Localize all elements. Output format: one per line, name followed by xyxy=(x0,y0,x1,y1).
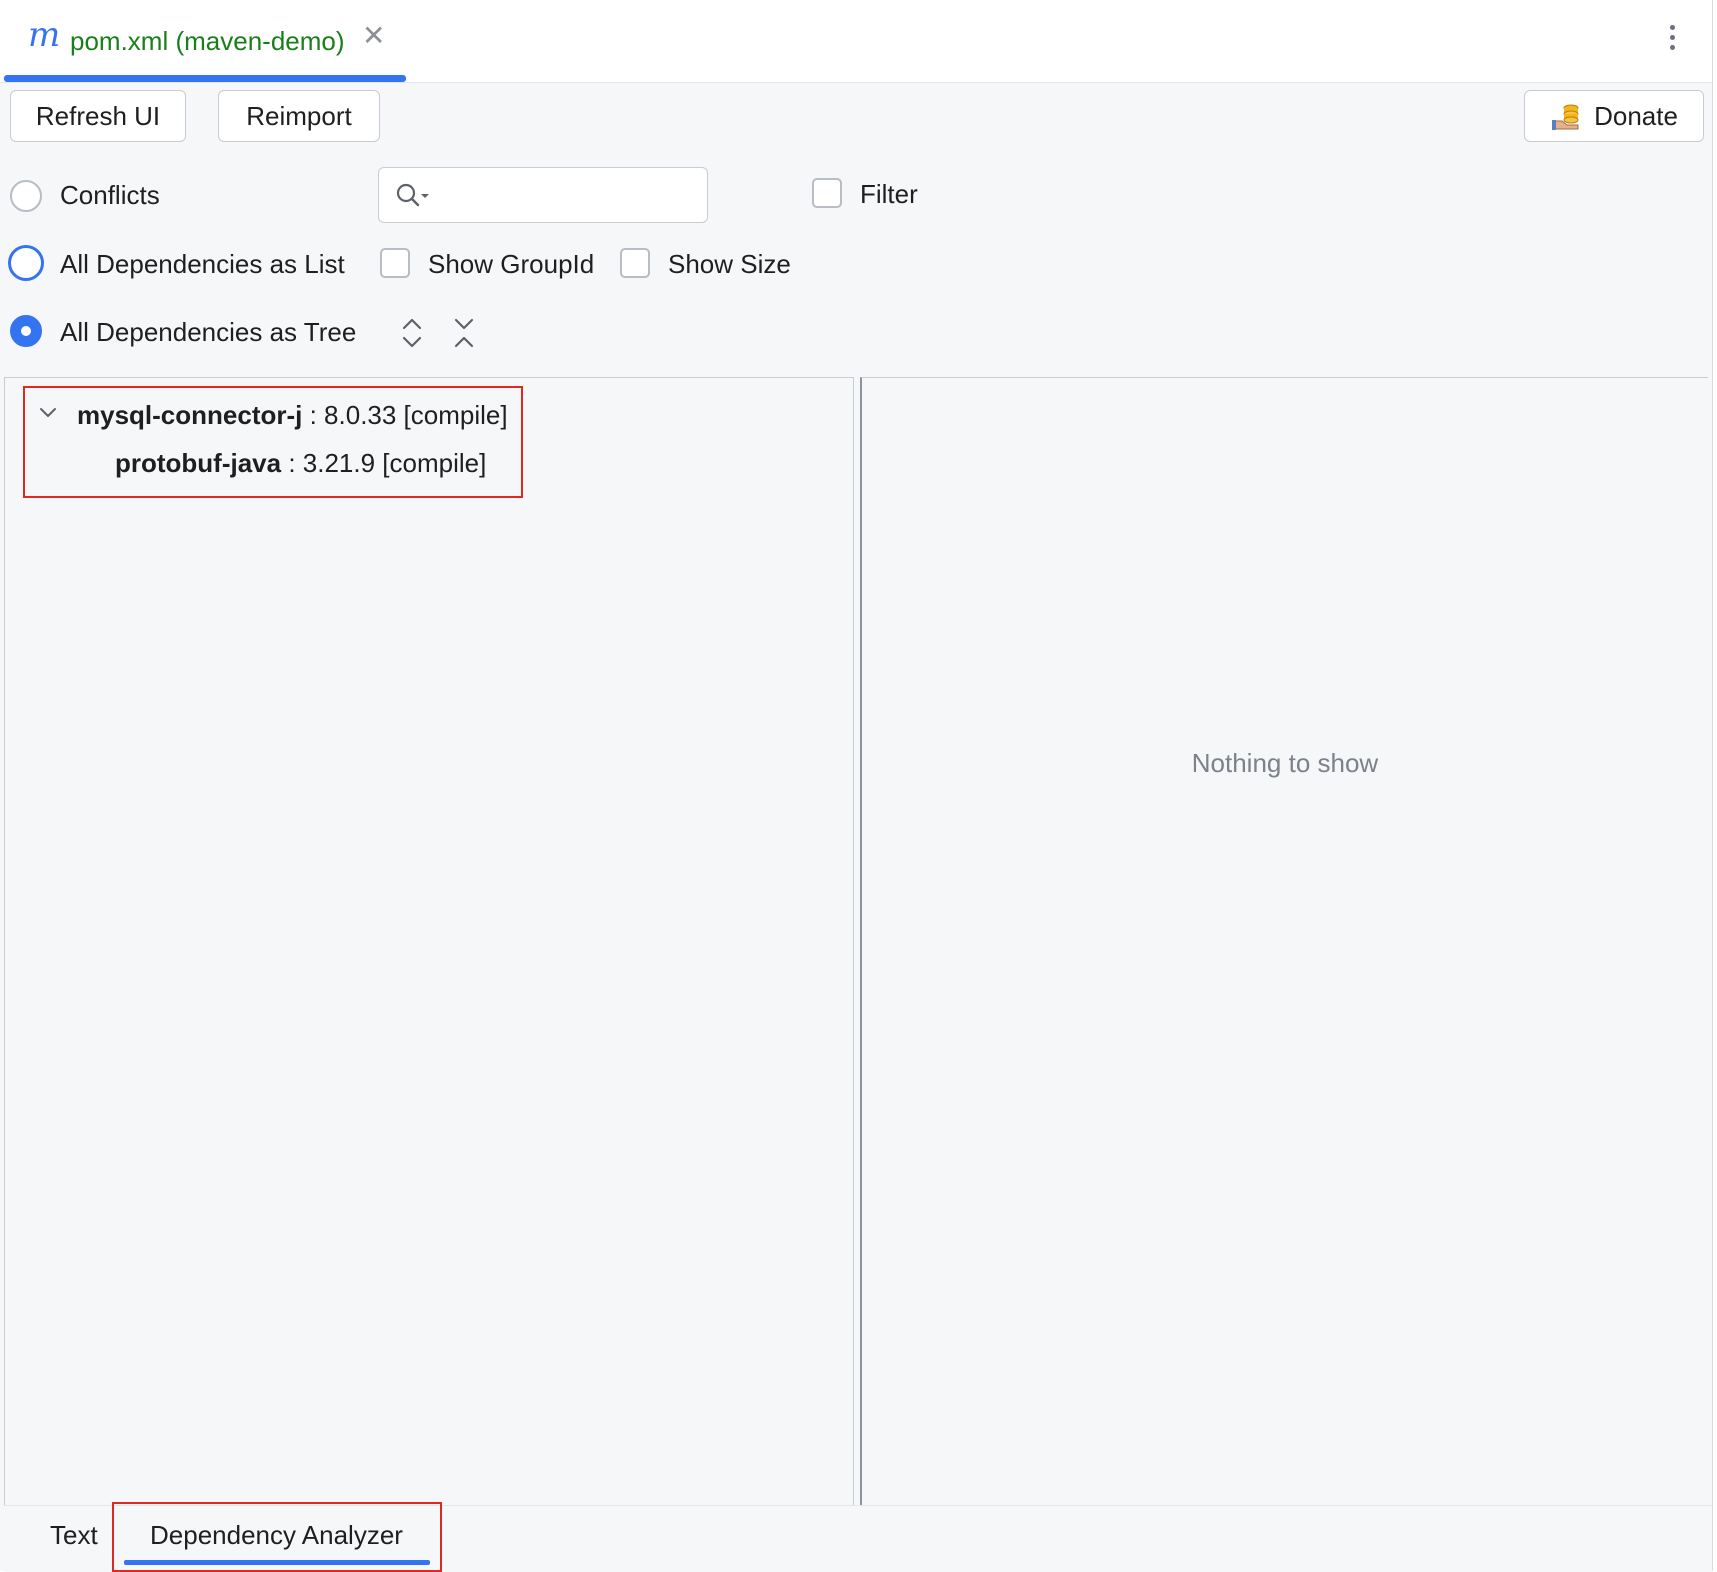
show-groupid-checkbox[interactable] xyxy=(380,248,410,278)
search-input[interactable] xyxy=(378,167,708,223)
reimport-label: Reimport xyxy=(246,100,352,131)
refresh-ui-button[interactable]: Refresh UI xyxy=(10,90,186,142)
expand-all-icon[interactable] xyxy=(398,316,426,350)
coins-icon xyxy=(1552,104,1579,130)
editor-tab-bar: m pom.xml (maven-demo) ✕ xyxy=(0,0,1712,83)
show-size-checkbox[interactable] xyxy=(620,248,650,278)
filter-checkbox[interactable] xyxy=(812,178,842,208)
collapse-all-icon[interactable] xyxy=(450,316,478,350)
conflicts-radio[interactable] xyxy=(10,180,42,212)
tree-node-protobuf[interactable]: protobuf-java : 3.21.9 [compile] xyxy=(115,448,486,479)
maven-m-icon: m xyxy=(28,15,61,55)
dependency-tree-panel: mysql-connector-j : 8.0.33 [compile] pro… xyxy=(4,377,854,1505)
donate-button[interactable]: Donate xyxy=(1524,90,1704,142)
empty-state-text: Nothing to show xyxy=(1191,748,1379,778)
dependency-details-panel: Nothing to show xyxy=(860,377,1708,1505)
bottom-tab-highlight-box xyxy=(112,1502,442,1572)
tree-node-artifact: protobuf-java xyxy=(115,448,282,478)
tab-text[interactable]: Text xyxy=(50,1520,98,1551)
tree-node-detail: : 8.0.33 [compile] xyxy=(302,400,508,430)
editor-bottom-tabs: Text Dependency Analyzer xyxy=(4,1502,1712,1572)
search-field[interactable] xyxy=(435,176,699,216)
show-size-label: Show Size xyxy=(668,249,791,279)
refresh-ui-label: Refresh UI xyxy=(35,100,161,131)
close-icon[interactable]: ✕ xyxy=(362,22,385,50)
chevron-down-icon[interactable] xyxy=(39,406,57,420)
conflicts-label: Conflicts xyxy=(60,180,160,210)
list-mode-radio[interactable] xyxy=(8,245,44,281)
list-mode-label: All Dependencies as List xyxy=(60,249,345,279)
search-icon xyxy=(396,183,429,207)
editor-tab-pom[interactable]: m pom.xml (maven-demo) ✕ xyxy=(4,0,406,82)
tree-node-artifact: mysql-connector-j xyxy=(77,400,303,430)
editor-tab-title: pom.xml (maven-demo) xyxy=(70,26,345,56)
tree-mode-radio[interactable] xyxy=(10,315,42,347)
tree-node-detail: : 3.21.9 [compile] xyxy=(281,448,487,478)
tree-node-mysql[interactable]: mysql-connector-j : 8.0.33 [compile] xyxy=(77,400,508,431)
filter-label: Filter xyxy=(860,179,918,209)
show-groupid-label: Show GroupId xyxy=(428,249,595,279)
donate-label: Donate xyxy=(1594,100,1678,131)
more-options-icon[interactable] xyxy=(1660,22,1684,58)
tree-mode-label: All Dependencies as Tree xyxy=(60,317,357,347)
reimport-button[interactable]: Reimport xyxy=(218,90,380,142)
active-tab-indicator xyxy=(4,75,406,82)
editor-frame: m pom.xml (maven-demo) ✕ Refresh UI Reim… xyxy=(0,0,1713,1572)
